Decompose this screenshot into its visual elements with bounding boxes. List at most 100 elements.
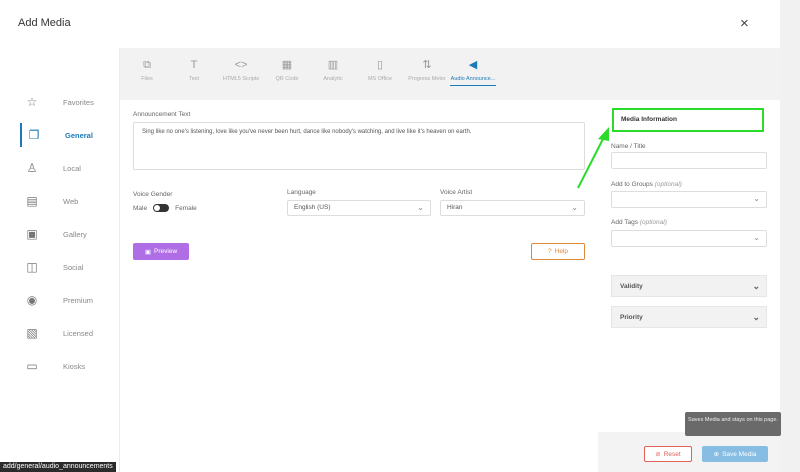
sidebar-item-social[interactable]: ◫ Social: [20, 255, 116, 279]
plus-circle-icon: ⊕: [713, 451, 720, 458]
sidebar-item-label: Licensed: [63, 328, 94, 338]
sidebar-item-label: Social: [63, 262, 84, 272]
tab-progress-meter[interactable]: ⇅ Progress Meter: [404, 57, 450, 83]
announcement-textarea[interactable]: [133, 122, 585, 170]
optional-hint: (optional): [639, 219, 667, 226]
tab-analytic[interactable]: ▥ Analytic: [310, 57, 356, 83]
chevron-down-icon: ⌄: [752, 281, 760, 291]
add-tags-text: Add Tags: [611, 219, 638, 226]
sidebar-item-label: Kiosks: [63, 361, 86, 371]
local-icon: ♙: [26, 161, 38, 175]
voice-gender-toggle[interactable]: [153, 204, 170, 212]
add-groups-text: Add to Groups: [611, 181, 653, 188]
tab-label: MS Office: [367, 76, 393, 82]
files-icon: ⧉: [143, 59, 151, 71]
social-icon: ◫: [26, 260, 38, 274]
licensed-icon: ▧: [26, 326, 38, 340]
web-icon: ▤: [26, 194, 38, 208]
sidebar-item-label: Local: [63, 163, 81, 173]
sidebar-item-local[interactable]: ♙ Local: [20, 156, 116, 180]
chevron-down-icon: ⌄: [571, 203, 578, 212]
sidebar-item-favorites[interactable]: ☆ Favorites: [20, 90, 116, 114]
save-media-button[interactable]: ⊕ Save Media: [702, 446, 768, 462]
sidebar-item-general[interactable]: ❐ General: [20, 123, 116, 147]
help-button[interactable]: ? Help: [531, 243, 585, 260]
tab-text[interactable]: T Text: [171, 57, 217, 83]
voice-artist-label: Voice Artist: [440, 189, 473, 196]
tab-audio-announcements[interactable]: ◀ Audio Announce...: [450, 57, 496, 86]
sidebar-item-label: Premium: [63, 295, 94, 305]
sidebar-item-label: Gallery: [63, 229, 87, 239]
media-information-header: Media Information: [612, 108, 764, 132]
star-icon: ☆: [26, 95, 38, 109]
progress-icon: ⇅: [422, 59, 432, 71]
preview-button[interactable]: ▣ Preview: [133, 243, 189, 260]
language-value: English (US): [294, 204, 331, 211]
sidebar-item-label: Favorites: [63, 97, 94, 107]
female-label: Female: [175, 204, 197, 212]
tab-label: QR Code: [275, 76, 299, 82]
kiosk-icon: ▭: [26, 359, 38, 373]
image-icon: ▣: [144, 248, 152, 256]
announcement-label: Announcement Text: [133, 111, 191, 118]
tab-label: Text: [188, 76, 200, 82]
browser-status-url: add/general/audio_announcements: [0, 462, 116, 472]
chevron-down-icon: ⌄: [753, 233, 760, 242]
male-label: Male: [133, 204, 148, 212]
tab-label: Progress Meter: [408, 76, 446, 82]
language-select[interactable]: English (US) ⌄: [287, 200, 431, 216]
sidebar-item-web[interactable]: ▤ Web: [20, 189, 116, 213]
reset-label: Reset: [663, 450, 681, 458]
add-groups-label: Add to Groups (optional): [611, 181, 682, 188]
tab-qr-code[interactable]: ▦ QR Code: [264, 57, 310, 83]
sidebar-item-gallery[interactable]: ▣ Gallery: [20, 222, 116, 246]
analytic-icon: ▥: [327, 59, 339, 71]
reset-icon: ⊘: [655, 451, 661, 458]
add-tags-label: Add Tags (optional): [611, 219, 667, 226]
sidebar-item-label: General: [65, 130, 93, 140]
save-media-label: Save Media: [722, 450, 757, 458]
save-tooltip: Saves Media and stays on this page.: [685, 412, 781, 436]
validity-label: Validity: [620, 283, 643, 290]
language-label: Language: [287, 189, 316, 196]
sidebar-item-label: Web: [63, 196, 79, 206]
voice-artist-select[interactable]: Hiran ⌄: [440, 200, 585, 216]
tab-files[interactable]: ⧉ Files: [124, 57, 170, 83]
priority-label: Priority: [620, 314, 643, 321]
chevron-down-icon: ⌄: [753, 194, 760, 203]
sidebar-item-kiosks[interactable]: ▭ Kiosks: [20, 354, 116, 378]
help-icon: ?: [548, 248, 552, 255]
add-tags-select[interactable]: ⌄: [611, 230, 767, 247]
add-groups-select[interactable]: ⌄: [611, 191, 767, 208]
tab-label: Analytic: [323, 76, 343, 82]
priority-accordion[interactable]: Priority ⌄: [611, 306, 767, 328]
page-background: [780, 0, 800, 472]
voice-gender-label: Voice Gender: [133, 191, 173, 198]
close-icon[interactable]: ×: [740, 16, 749, 31]
tab-label: Files: [141, 76, 153, 82]
chevron-down-icon: ⌄: [752, 312, 760, 322]
tab-label: Audio Announce...: [450, 76, 496, 82]
name-title-input[interactable]: [611, 152, 767, 169]
office-icon: ▯: [376, 59, 384, 71]
dialog-title: Add Media: [18, 17, 71, 29]
name-title-label: Name / Title: [611, 143, 646, 150]
optional-hint: (optional): [654, 181, 682, 188]
reset-button[interactable]: ⊘ Reset: [644, 446, 692, 462]
premium-icon: ◉: [26, 293, 38, 307]
tab-html5-scripts[interactable]: <> HTML5 Scripts: [218, 57, 264, 83]
help-label: Help: [554, 248, 568, 255]
validity-accordion[interactable]: Validity ⌄: [611, 275, 767, 297]
chevron-down-icon: ⌄: [417, 203, 424, 212]
gallery-icon: ▣: [26, 227, 38, 241]
preview-label: Preview: [154, 248, 178, 255]
tab-ms-office[interactable]: ▯ MS Office: [357, 57, 403, 83]
sidebar-item-premium[interactable]: ◉ Premium: [20, 288, 116, 312]
tab-label: HTML5 Scripts: [222, 76, 260, 82]
text-icon: T: [190, 59, 198, 71]
qr-icon: ▦: [281, 59, 293, 71]
code-icon: <>: [234, 59, 248, 71]
sidebar-item-licensed[interactable]: ▧ Licensed: [20, 321, 116, 345]
copy-icon: ❐: [28, 128, 40, 142]
voice-artist-value: Hiran: [447, 204, 463, 211]
